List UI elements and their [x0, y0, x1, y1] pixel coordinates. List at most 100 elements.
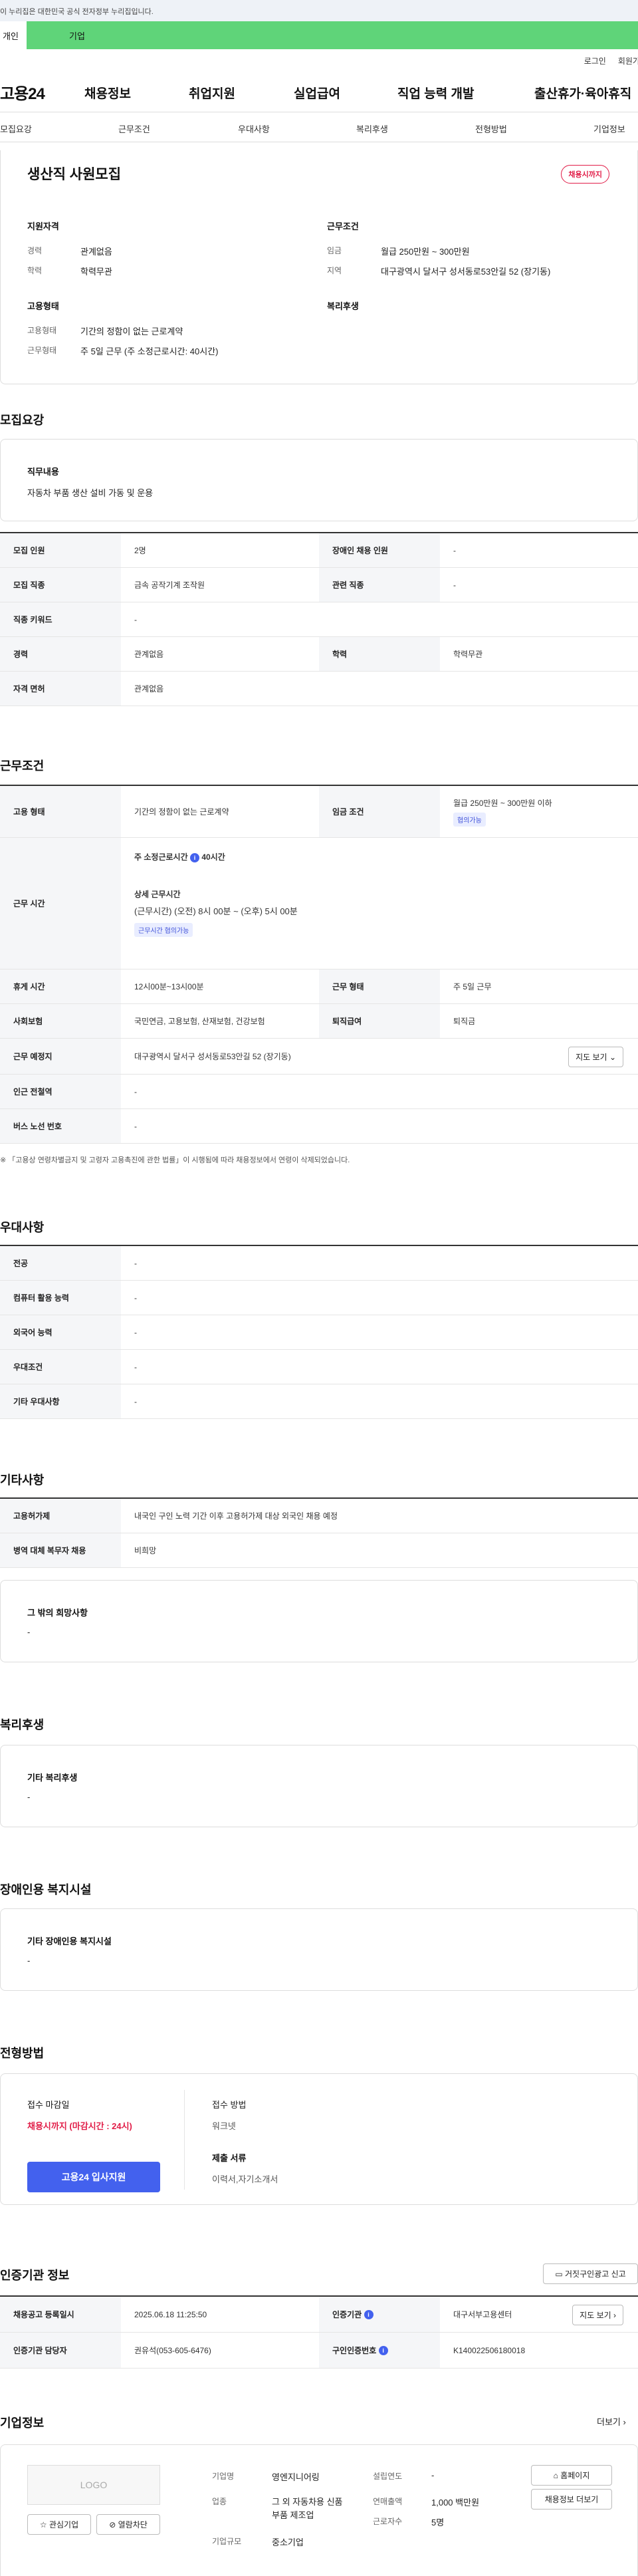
- gnb-benefit[interactable]: 실업급여: [294, 84, 340, 102]
- more-jobs-button[interactable]: 채용정보 더보기: [531, 2489, 612, 2510]
- emp-count-value: 5명: [431, 2517, 445, 2527]
- td-occupation: 금속 공작기계 조작원: [134, 580, 205, 590]
- chevron-down-icon: ⌄: [609, 1053, 616, 1062]
- duty-card: 직무내용 자동차 부품 생산 설비 가동 및 운용: [0, 439, 638, 521]
- th-num: 구인인증번호 i: [319, 2333, 440, 2368]
- td-form: 주 5일 근무: [453, 982, 492, 991]
- info-icon[interactable]: i: [364, 2309, 373, 2319]
- hope-title: 그 밖의 희망사항: [27, 1608, 88, 1618]
- td-subway: -: [134, 1087, 137, 1096]
- signup-link[interactable]: 회원가입: [618, 55, 638, 66]
- duty-value: 자동차 부품 생산 설비 가동 및 운용: [27, 488, 154, 498]
- anchor-recruit[interactable]: 모집요강: [0, 122, 32, 135]
- info-icon[interactable]: i: [378, 2345, 388, 2355]
- homepage-button[interactable]: ⌂ 홈페이지: [531, 2465, 612, 2486]
- disabled-heading: 장애인용 복지시설: [0, 1883, 92, 1896]
- disabled-value: -: [27, 1956, 31, 1966]
- exp-label: 경력: [27, 246, 43, 255]
- table-row: 경력 관계없음 학력 학력무관: [0, 637, 638, 672]
- welfare-card: 기타 복리후생 -: [0, 1745, 638, 1827]
- weekly-hours-label: 주 소정근로시간: [134, 852, 188, 862]
- docs-value: 이력서,자기소개서: [212, 2174, 278, 2184]
- size-label: 기업규모: [212, 2537, 242, 2546]
- login-link[interactable]: 로그인: [584, 55, 606, 66]
- docs-label: 제출 서류: [212, 2153, 247, 2163]
- homepage-label: 홈페이지: [560, 2471, 590, 2480]
- td-mgr: 권유석(053-605-6476): [134, 2346, 211, 2355]
- td-language: -: [134, 1327, 137, 1337]
- table-row: 전공 -: [0, 1246, 638, 1281]
- size-value: 중소기업: [272, 2537, 304, 2547]
- gnb-leave[interactable]: 출산휴가·육아휴직: [534, 84, 631, 102]
- anchor-apply[interactable]: 전형방법: [475, 122, 507, 135]
- hours-tag: 근무시간 협의가능: [134, 923, 193, 937]
- table-row: 근무 예정지 대구광역시 달서구 성서동로53안길 52 (장기동) 지도 보기…: [0, 1039, 638, 1075]
- tab-personal[interactable]: 개인: [0, 21, 27, 49]
- th-etc-pref: 기타 우대사항: [0, 1384, 121, 1418]
- gnb-support[interactable]: 취업지원: [189, 84, 235, 102]
- gnb-jobs[interactable]: 채용정보: [84, 84, 131, 102]
- td-org: 대구서부고용센터 지도 보기 ›: [440, 2297, 638, 2332]
- apply-button[interactable]: 고용24 입사지원: [27, 2162, 160, 2192]
- anchor-work[interactable]: 근무조건: [118, 122, 150, 135]
- td-preference: -: [134, 1362, 137, 1372]
- company-more-link[interactable]: 더보기 ›: [597, 2415, 626, 2428]
- method-value: 워크넷: [212, 2121, 236, 2131]
- biz-value: 그 외 자동차용 신품 부품 제조업: [272, 2497, 343, 2520]
- th-org: 인증기관 i: [319, 2297, 440, 2332]
- company-name-label: 기업명: [212, 2472, 235, 2481]
- td-computer: -: [134, 1293, 137, 1303]
- td-count: 2명: [134, 546, 146, 555]
- wage-text: 월급 250만원 ~ 300만원 이하: [453, 798, 552, 808]
- table-row: 자격 면허 관계없음: [0, 672, 638, 706]
- disabled-sub: 기타 장애인용 복지시설: [27, 1936, 112, 1946]
- th-related: 관련 직종: [319, 568, 440, 602]
- num-label: 구인인증번호: [332, 2346, 377, 2355]
- gov-banner-text: 이 누리집은 대한민국 공식 전자정부 누리집입니다.: [0, 8, 154, 16]
- welfare-summary-title: 복리후생: [327, 301, 359, 311]
- table-row: 사회보험 국민연금, 고용보험, 산재보험, 건강보험 퇴직급여 퇴직금: [0, 1004, 638, 1039]
- td-edu: 학력무관: [453, 650, 483, 659]
- th-occupation: 모집 직종: [0, 568, 121, 602]
- welfare-value: -: [27, 1792, 31, 1802]
- block-button[interactable]: ⊘ 열람차단: [96, 2514, 160, 2535]
- deadline-label: 접수 마감일: [27, 2100, 70, 2110]
- th-subway: 인근 전철역: [0, 1075, 121, 1108]
- summary-card: 생산직 사원모집 채용시까지 지원자격 경력 관계없음 학력 학력무관 근무조건…: [0, 150, 638, 384]
- place-text: 대구광역시 달서구 성서동로53안길 52 (장기동): [134, 1052, 291, 1061]
- fav-button[interactable]: ☆ 관심기업: [27, 2514, 91, 2535]
- td-place: 대구광역시 달서구 성서동로53안길 52 (장기동) 지도 보기 ⌄: [121, 1039, 638, 1074]
- td-bus: -: [134, 1121, 137, 1131]
- block-icon: ⊘: [109, 2520, 116, 2529]
- info-icon[interactable]: i: [189, 853, 199, 862]
- wage-tag: 협의가능: [453, 812, 486, 827]
- agency-map-button[interactable]: 지도 보기 ›: [572, 2305, 623, 2325]
- report-button[interactable]: ▭ 거짓구인광고 신고: [543, 2263, 638, 2284]
- map-button[interactable]: 지도 보기 ⌄: [568, 1047, 623, 1067]
- anchor-company[interactable]: 기업정보: [593, 122, 625, 135]
- th-rest: 휴게 시간: [0, 969, 121, 1003]
- th-preference: 우대조건: [0, 1350, 121, 1384]
- company-card: LOGO ☆ 관심기업 ⊘ 열람차단 기업명 영엔지니어링 업종 그 외 자동차…: [0, 2444, 638, 2576]
- tab-company[interactable]: 기업: [27, 21, 85, 49]
- hope-value: -: [27, 1627, 31, 1637]
- table-row: 고용허가제 내국인 구인 노력 기간 이후 고용허가제 대상 외국인 채용 예정: [0, 1499, 638, 1533]
- anchor-pref[interactable]: 우대사항: [238, 122, 270, 135]
- anchor-welfare[interactable]: 복리후생: [356, 122, 388, 135]
- gnb-training[interactable]: 직업 능력 개발: [397, 84, 474, 102]
- td-rest: 12시00분~13시00분: [134, 982, 204, 991]
- table-row: 휴게 시간 12시00분~13시00분 근무 형태 주 5일 근무: [0, 969, 638, 1004]
- th-form: 근무 형태: [319, 969, 440, 1003]
- th-bus: 버스 노선 번호: [0, 1109, 121, 1143]
- job-title: 생산직 사원모집: [27, 167, 122, 182]
- th-wage: 임금 조건: [319, 786, 440, 837]
- table-row: 채용공고 등록일시 2025.06.18 11:25:50 인증기관 i 대구서…: [0, 2297, 638, 2333]
- th-computer: 컴퓨터 활용 능력: [0, 1281, 121, 1315]
- th-edu: 학력: [319, 637, 440, 671]
- star-icon: ☆: [39, 2520, 47, 2529]
- th-language: 외국어 능력: [0, 1315, 121, 1349]
- util-menu: 로그인 회원가입: [0, 49, 638, 72]
- table-row: 우대조건 -: [0, 1350, 638, 1384]
- site-logo[interactable]: 고용24: [0, 80, 45, 104]
- biz-label: 업종: [212, 2497, 227, 2506]
